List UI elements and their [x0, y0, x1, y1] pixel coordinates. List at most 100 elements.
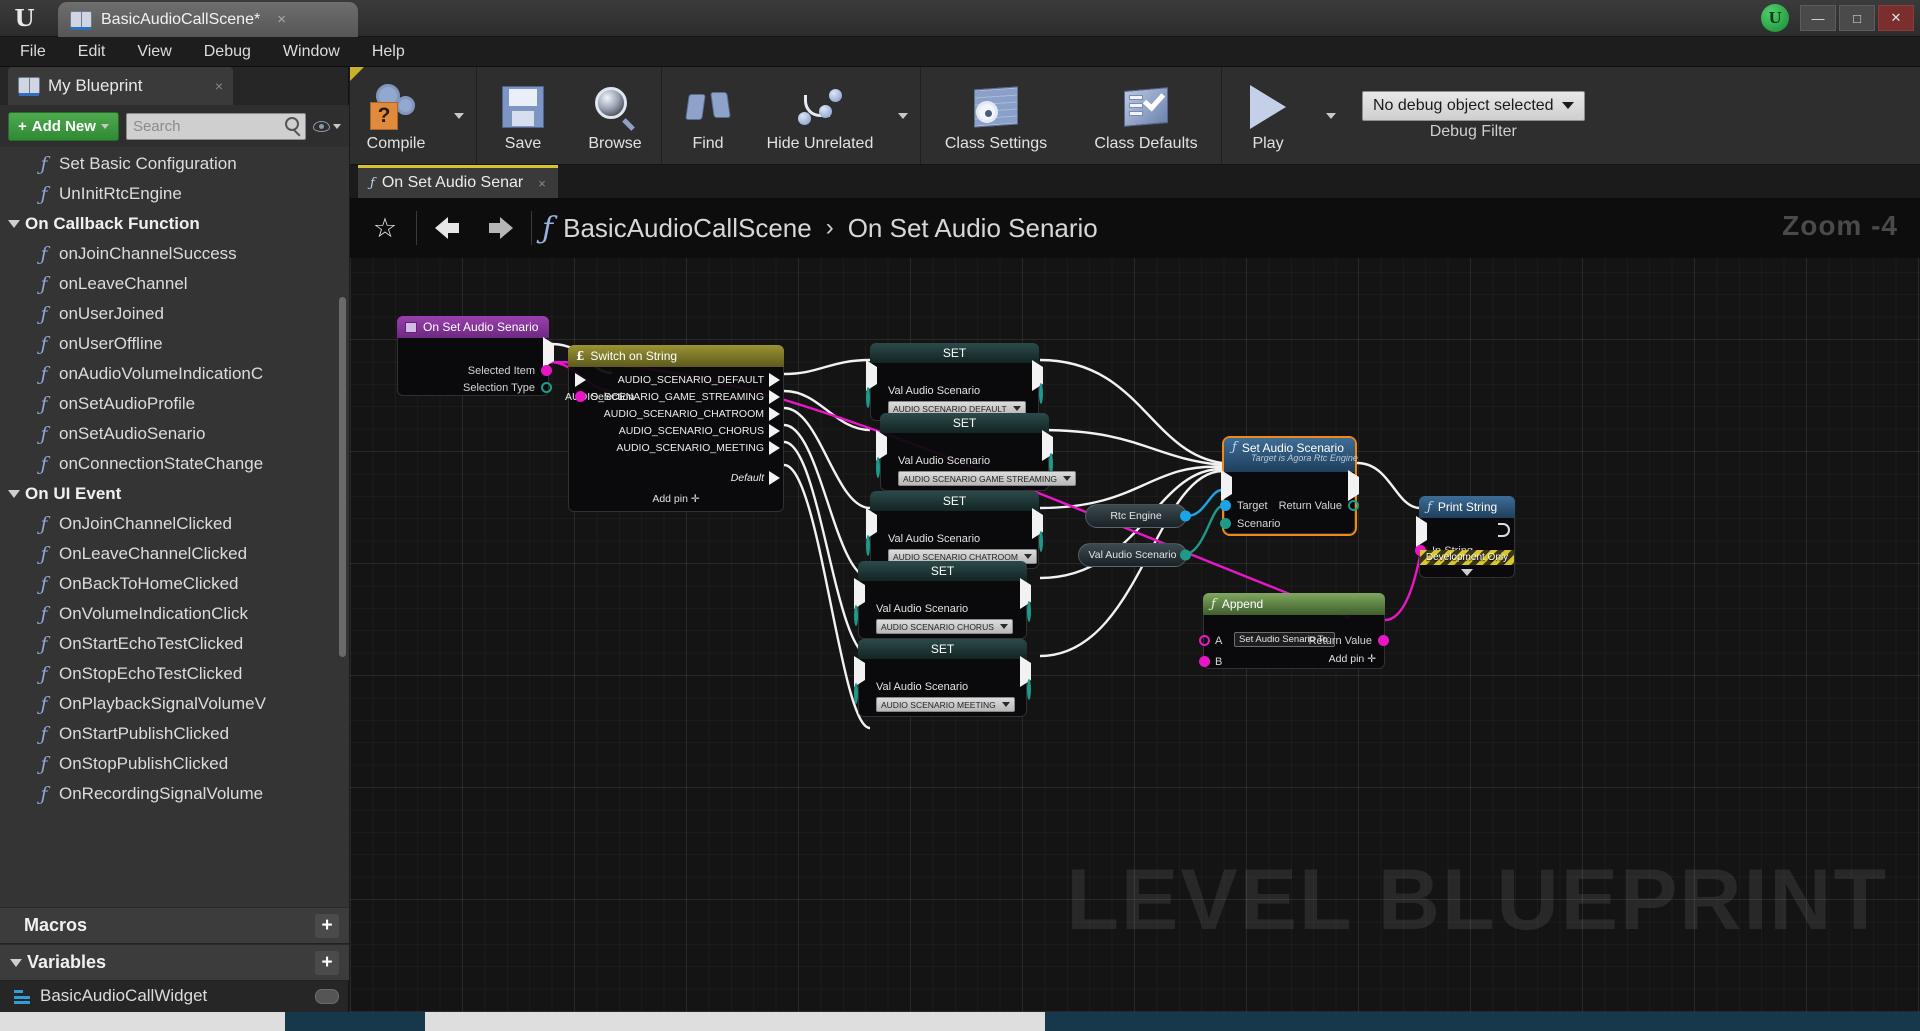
pin-selection[interactable]: Selection	[575, 391, 634, 403]
tree-scrollbar[interactable]	[339, 297, 346, 657]
find-button[interactable]: Find	[662, 67, 754, 164]
set-value-dropdown[interactable]: AUDIO SCENARIO MEETING	[876, 697, 1015, 712]
tree-item-Set Basic Configuration[interactable]: ƒ Set Basic Configuration	[0, 149, 349, 179]
tree-item-onLeaveChannel[interactable]: ƒ onLeaveChannel	[0, 269, 349, 299]
node-print-string[interactable]: ƒ Print String In String Development Onl…	[1415, 496, 1515, 578]
pin-b[interactable]: B	[1199, 653, 1222, 670]
close-icon[interactable]: ×	[538, 177, 546, 190]
pin-value-out[interactable]	[1039, 531, 1043, 552]
blueprint-tree[interactable]: ƒInitRtcEngineƒSet Basic ConfigurationƒU…	[0, 147, 349, 907]
pin-exec-in[interactable]	[866, 360, 877, 391]
hide-unrelated-options-button[interactable]	[886, 67, 920, 164]
node-get-val-audio-scenario[interactable]: Val Audio Scenario	[1078, 543, 1191, 567]
blueprint-graph-canvas[interactable]: LEVEL BLUEPRINT On Set Audio Senario Sel…	[350, 258, 1920, 1012]
class-defaults-button[interactable]: Class Defaults	[1071, 67, 1221, 164]
my-blueprint-tab[interactable]: My Blueprint ×	[8, 67, 233, 105]
tree-section-on-ui-event[interactable]: On UI Event	[0, 479, 349, 509]
node-on-set-audio-senario[interactable]: On Set Audio Senario Selected Item Selec…	[397, 316, 554, 396]
pin-value-out[interactable]	[1027, 679, 1031, 700]
search-input[interactable]: Search	[125, 112, 306, 140]
pin-selected-item[interactable]: Selected Item	[468, 362, 552, 379]
switch-case-row[interactable]: Selection AUDIO_SCENARIO_GAME_STREAMING	[565, 388, 783, 405]
node-set-val-audio-scenario[interactable]: SET Val Audio Scenario AUDIO SCENARIO GAME…	[876, 413, 1076, 491]
add-pin-button[interactable]: Add pin ✛	[569, 486, 783, 505]
tree-item-OnStopEchoTestClicked[interactable]: ƒ OnStopEchoTestClicked	[0, 659, 349, 689]
tree-item-onSetAudioProfile[interactable]: ƒ onSetAudioProfile	[0, 389, 349, 419]
pin-exec-in[interactable]	[866, 508, 877, 539]
breadcrumb-current[interactable]: On Set Audio Senario	[848, 213, 1098, 244]
tree-item-OnStopPublishClicked[interactable]: ƒ OnStopPublishClicked	[0, 749, 349, 779]
play-button[interactable]: Play	[1222, 67, 1314, 164]
pin-exec-in[interactable]	[854, 656, 865, 687]
maximize-button[interactable]: □	[1839, 5, 1875, 31]
macros-section-header[interactable]: Macros +	[0, 907, 349, 944]
set-value-dropdown[interactable]: AUDIO SCENARIO GAME STREAMING	[898, 471, 1076, 486]
tree-item-OnStartPublishClicked[interactable]: ƒ OnStartPublishClicked	[0, 719, 349, 749]
tree-item-onUserOffline[interactable]: ƒ onUserOffline	[0, 329, 349, 359]
pin-target[interactable]: Target	[1220, 497, 1268, 514]
tree-item-onAudioVolumeIndicationC[interactable]: ƒ onAudioVolumeIndicationC	[0, 359, 349, 389]
pin-exec-out[interactable]	[1348, 470, 1359, 501]
close-icon[interactable]: ×	[215, 78, 223, 94]
pin-exec-in[interactable]	[1221, 470, 1232, 501]
pin-exec-in[interactable]	[1416, 516, 1427, 547]
tree-item-onConnectionStateChange[interactable]: ƒ onConnectionStateChange	[0, 449, 349, 479]
browse-button[interactable]: Browse	[569, 67, 661, 164]
tree-item-OnPlaybackSignalVolumeV[interactable]: ƒ OnPlaybackSignalVolumeV	[0, 689, 349, 719]
variable-item-BasicAudioCallWidget[interactable]: BasicAudioCallWidget	[0, 981, 349, 1011]
close-icon[interactable]: ×	[277, 12, 286, 27]
class-settings-button[interactable]: Class Settings	[921, 67, 1071, 164]
save-button[interactable]: Save	[477, 67, 569, 164]
pin-exec-in[interactable]	[575, 372, 586, 387]
switch-case-row[interactable]: AUDIO_SCENARIO_CHORUS	[569, 422, 783, 439]
tree-item-OnJoinChannelClicked[interactable]: ƒ OnJoinChannelClicked	[0, 509, 349, 539]
pin-return-value[interactable]: Return Value	[1279, 497, 1359, 514]
tree-section-on-callback-function[interactable]: On Callback Function	[0, 209, 349, 239]
tree-item-OnVolumeIndicationClick[interactable]: ƒ OnVolumeIndicationClick	[0, 599, 349, 629]
pin-a[interactable]: A	[1199, 632, 1222, 649]
node-append[interactable]: ƒ Append A Set Audio Senario To: B Retur…	[1199, 593, 1389, 669]
minimize-button[interactable]: —	[1800, 5, 1836, 31]
add-variable-button[interactable]: +	[315, 950, 339, 975]
tree-item-UnInitRtcEngine[interactable]: ƒ UnInitRtcEngine	[0, 179, 349, 209]
pin-scenario[interactable]: Scenario	[1220, 515, 1280, 532]
add-new-button[interactable]: + Add New	[8, 111, 119, 141]
menu-file[interactable]: File	[4, 39, 62, 65]
expand-icon[interactable]	[1461, 569, 1473, 576]
forward-button[interactable]	[479, 207, 521, 249]
tree-item-OnStartEchoTestClicked[interactable]: ƒ OnStartEchoTestClicked	[0, 629, 349, 659]
pin-return-value[interactable]: Return Value	[1309, 632, 1389, 649]
tree-item-OnLeaveChannelClicked[interactable]: ƒ OnLeaveChannelClicked	[0, 539, 349, 569]
node-set-val-audio-scenario[interactable]: SET Val Audio Scenario AUDIO SCENARIO DEFA…	[866, 343, 1043, 421]
variables-section-header[interactable]: Variables +	[0, 944, 349, 981]
menu-edit[interactable]: Edit	[62, 39, 122, 65]
tree-item-onSetAudioSenario[interactable]: ƒ onSetAudioSenario	[0, 419, 349, 449]
debug-object-select[interactable]: No debug object selected	[1362, 90, 1585, 121]
pin-value-in[interactable]	[854, 605, 858, 626]
pin-selection-type[interactable]: Selection Type	[463, 379, 552, 396]
pin-value-out[interactable]	[1027, 601, 1031, 622]
graph-tab-on-set-audio-senario[interactable]: ƒ On Set Audio Senar ×	[358, 165, 558, 198]
pin-value-in[interactable]	[866, 387, 870, 408]
menu-help[interactable]: Help	[356, 39, 421, 65]
pin-value-out[interactable]	[1039, 383, 1043, 404]
node-get-rtc-engine[interactable]: Rtc Engine	[1085, 504, 1191, 528]
node-set-val-audio-scenario[interactable]: SET Val Audio Scenario AUDIO SCENARIO MEET…	[854, 639, 1031, 717]
compile-button[interactable]: ? Compile	[350, 67, 442, 164]
back-button[interactable]	[427, 207, 469, 249]
compile-options-button[interactable]	[442, 67, 476, 164]
switch-case-row[interactable]: AUDIO_SCENARIO_DEFAULT	[569, 371, 783, 388]
pin-exec-out[interactable]	[543, 337, 554, 368]
switch-case-row[interactable]: AUDIO_SCENARIO_CHATROOM	[569, 405, 783, 422]
menu-window[interactable]: Window	[267, 39, 356, 65]
tree-item-OnBackToHomeClicked[interactable]: ƒ OnBackToHomeClicked	[0, 569, 349, 599]
tree-item-onJoinChannelSuccess[interactable]: ƒ onJoinChannelSuccess	[0, 239, 349, 269]
document-tab[interactable]: BasicAudioCallScene* ×	[58, 2, 358, 37]
switch-default-row[interactable]: Default	[569, 469, 783, 486]
menu-view[interactable]: View	[121, 39, 187, 65]
pin-exec-in[interactable]	[854, 578, 865, 609]
add-macro-button[interactable]: +	[315, 913, 339, 938]
hide-unrelated-button[interactable]: Hide Unrelated	[754, 67, 886, 164]
tree-item-onUserJoined[interactable]: ƒ onUserJoined	[0, 299, 349, 329]
node-set-val-audio-scenario[interactable]: SET Val Audio Scenario AUDIO SCENARIO CHAT…	[866, 491, 1043, 569]
